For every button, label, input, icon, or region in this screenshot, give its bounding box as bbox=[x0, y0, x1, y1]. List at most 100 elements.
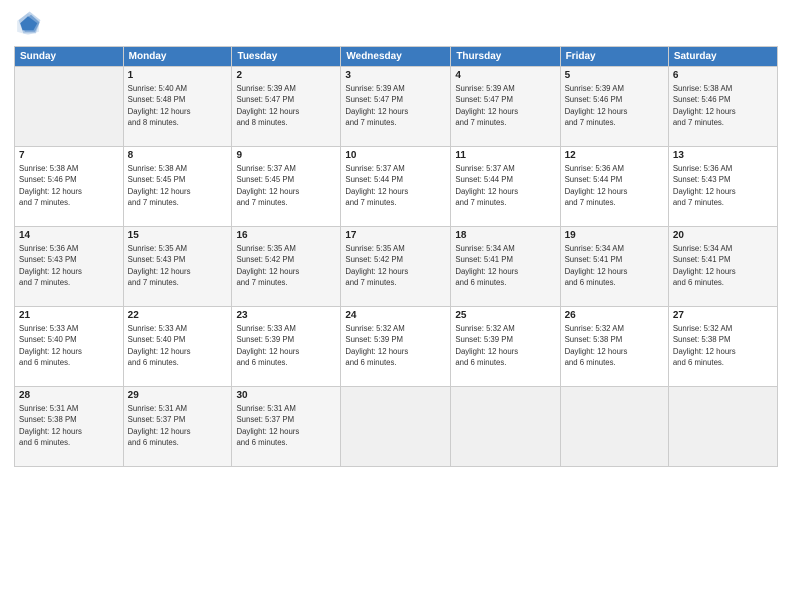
cell-w5d1: 28 Sunrise: 5:31 AM Sunset: 5:38 PM Dayli… bbox=[15, 387, 124, 467]
cell-w2d7: 13 Sunrise: 5:36 AM Sunset: 5:43 PM Dayli… bbox=[668, 147, 777, 227]
page: SundayMondayTuesdayWednesdayThursdayFrid… bbox=[0, 0, 792, 612]
cell-w4d6: 26 Sunrise: 5:32 AM Sunset: 5:38 PM Dayli… bbox=[560, 307, 668, 387]
cell-w1d5: 4Sunrise: 5:39 AM Sunset: 5:47 PM Daylig… bbox=[451, 67, 560, 147]
calendar-table: SundayMondayTuesdayWednesdayThursdayFrid… bbox=[14, 46, 778, 467]
cell-w5d2: 29 Sunrise: 5:31 AM Sunset: 5:37 PM Dayli… bbox=[123, 387, 232, 467]
day-info: Sunrise: 5:37 AM Sunset: 5:45 PM Dayligh… bbox=[236, 163, 336, 208]
cell-w1d1 bbox=[15, 67, 124, 147]
cell-w5d6 bbox=[560, 387, 668, 467]
cell-w1d2: 1 Sunrise: 5:40 AM Sunset: 5:48 PM Daylig… bbox=[123, 67, 232, 147]
col-header-friday: Friday bbox=[560, 47, 668, 67]
day-info: Sunrise: 5:39 AM Sunset: 5:46 PM Dayligh… bbox=[565, 83, 664, 128]
day-info: Sunrise: 5:38 AM Sunset: 5:45 PM Dayligh… bbox=[128, 163, 228, 208]
day-info: Sunrise: 5:32 AM Sunset: 5:38 PM Dayligh… bbox=[673, 323, 773, 368]
day-info: Sunrise: 5:34 AM Sunset: 5:41 PM Dayligh… bbox=[565, 243, 664, 288]
day-number: 29 bbox=[128, 390, 228, 401]
cell-w3d1: 14 Sunrise: 5:36 AM Sunset: 5:43 PM Dayli… bbox=[15, 227, 124, 307]
day-info: Sunrise: 5:39 AM Sunset: 5:47 PM Dayligh… bbox=[345, 83, 446, 128]
col-header-tuesday: Tuesday bbox=[232, 47, 341, 67]
cell-w4d7: 27Sunrise: 5:32 AM Sunset: 5:38 PM Dayli… bbox=[668, 307, 777, 387]
cell-w4d5: 25Sunrise: 5:32 AM Sunset: 5:39 PM Dayli… bbox=[451, 307, 560, 387]
day-number: 28 bbox=[19, 390, 119, 401]
day-info: Sunrise: 5:34 AM Sunset: 5:41 PM Dayligh… bbox=[455, 243, 555, 288]
day-info: Sunrise: 5:40 AM Sunset: 5:48 PM Dayligh… bbox=[128, 83, 228, 128]
cell-w1d7: 6Sunrise: 5:38 AM Sunset: 5:46 PM Daylig… bbox=[668, 67, 777, 147]
cell-w4d1: 21 Sunrise: 5:33 AM Sunset: 5:40 PM Dayli… bbox=[15, 307, 124, 387]
day-info: Sunrise: 5:37 AM Sunset: 5:44 PM Dayligh… bbox=[345, 163, 446, 208]
day-info: Sunrise: 5:36 AM Sunset: 5:43 PM Dayligh… bbox=[19, 243, 119, 288]
cell-w3d7: 20 Sunrise: 5:34 AM Sunset: 5:41 PM Dayli… bbox=[668, 227, 777, 307]
day-number: 22 bbox=[128, 310, 228, 321]
day-info: Sunrise: 5:37 AM Sunset: 5:44 PM Dayligh… bbox=[455, 163, 555, 208]
day-info: Sunrise: 5:33 AM Sunset: 5:40 PM Dayligh… bbox=[19, 323, 119, 368]
day-number: 18 bbox=[455, 230, 555, 241]
day-number: 2 bbox=[236, 70, 336, 81]
day-info: Sunrise: 5:35 AM Sunset: 5:42 PM Dayligh… bbox=[345, 243, 446, 288]
day-number: 3 bbox=[345, 70, 446, 81]
cell-w3d2: 15 Sunrise: 5:35 AM Sunset: 5:43 PM Dayli… bbox=[123, 227, 232, 307]
col-header-monday: Monday bbox=[123, 47, 232, 67]
day-info: Sunrise: 5:35 AM Sunset: 5:43 PM Dayligh… bbox=[128, 243, 228, 288]
day-number: 20 bbox=[673, 230, 773, 241]
day-number: 5 bbox=[565, 70, 664, 81]
day-number: 8 bbox=[128, 150, 228, 161]
day-info: Sunrise: 5:32 AM Sunset: 5:39 PM Dayligh… bbox=[455, 323, 555, 368]
day-info: Sunrise: 5:33 AM Sunset: 5:39 PM Dayligh… bbox=[236, 323, 336, 368]
col-header-thursday: Thursday bbox=[451, 47, 560, 67]
day-number: 10 bbox=[345, 150, 446, 161]
cell-w1d4: 3 Sunrise: 5:39 AM Sunset: 5:47 PM Daylig… bbox=[341, 67, 451, 147]
day-number: 1 bbox=[128, 70, 228, 81]
cell-w2d2: 8 Sunrise: 5:38 AM Sunset: 5:45 PM Daylig… bbox=[123, 147, 232, 227]
day-info: Sunrise: 5:31 AM Sunset: 5:38 PM Dayligh… bbox=[19, 403, 119, 448]
day-number: 24 bbox=[345, 310, 446, 321]
day-number: 11 bbox=[455, 150, 555, 161]
day-number: 15 bbox=[128, 230, 228, 241]
cell-w5d7 bbox=[668, 387, 777, 467]
cell-w2d6: 12Sunrise: 5:36 AM Sunset: 5:44 PM Dayli… bbox=[560, 147, 668, 227]
cell-w3d5: 18 Sunrise: 5:34 AM Sunset: 5:41 PM Dayli… bbox=[451, 227, 560, 307]
cell-w4d2: 22 Sunrise: 5:33 AM Sunset: 5:40 PM Dayli… bbox=[123, 307, 232, 387]
cell-w1d3: 2 Sunrise: 5:39 AM Sunset: 5:47 PM Daylig… bbox=[232, 67, 341, 147]
day-number: 12 bbox=[565, 150, 664, 161]
day-info: Sunrise: 5:39 AM Sunset: 5:47 PM Dayligh… bbox=[455, 83, 555, 128]
header-row: SundayMondayTuesdayWednesdayThursdayFrid… bbox=[15, 47, 778, 67]
cell-w4d4: 24 Sunrise: 5:32 AM Sunset: 5:39 PM Dayli… bbox=[341, 307, 451, 387]
day-info: Sunrise: 5:39 AM Sunset: 5:47 PM Dayligh… bbox=[236, 83, 336, 128]
col-header-saturday: Saturday bbox=[668, 47, 777, 67]
day-info: Sunrise: 5:33 AM Sunset: 5:40 PM Dayligh… bbox=[128, 323, 228, 368]
cell-w2d1: 7 Sunrise: 5:38 AM Sunset: 5:46 PM Daylig… bbox=[15, 147, 124, 227]
day-number: 19 bbox=[565, 230, 664, 241]
col-header-wednesday: Wednesday bbox=[341, 47, 451, 67]
week-row-3: 14 Sunrise: 5:36 AM Sunset: 5:43 PM Dayli… bbox=[15, 227, 778, 307]
cell-w3d3: 16Sunrise: 5:35 AM Sunset: 5:42 PM Dayli… bbox=[232, 227, 341, 307]
day-number: 26 bbox=[565, 310, 664, 321]
day-info: Sunrise: 5:32 AM Sunset: 5:39 PM Dayligh… bbox=[345, 323, 446, 368]
day-info: Sunrise: 5:31 AM Sunset: 5:37 PM Dayligh… bbox=[236, 403, 336, 448]
cell-w2d4: 10 Sunrise: 5:37 AM Sunset: 5:44 PM Dayli… bbox=[341, 147, 451, 227]
day-number: 17 bbox=[345, 230, 446, 241]
day-info: Sunrise: 5:36 AM Sunset: 5:43 PM Dayligh… bbox=[673, 163, 773, 208]
cell-w3d4: 17 Sunrise: 5:35 AM Sunset: 5:42 PM Dayli… bbox=[341, 227, 451, 307]
cell-w5d5 bbox=[451, 387, 560, 467]
week-row-5: 28 Sunrise: 5:31 AM Sunset: 5:38 PM Dayli… bbox=[15, 387, 778, 467]
cell-w3d6: 19 Sunrise: 5:34 AM Sunset: 5:41 PM Dayli… bbox=[560, 227, 668, 307]
logo bbox=[14, 10, 46, 38]
col-header-sunday: Sunday bbox=[15, 47, 124, 67]
week-row-2: 7 Sunrise: 5:38 AM Sunset: 5:46 PM Daylig… bbox=[15, 147, 778, 227]
day-info: Sunrise: 5:31 AM Sunset: 5:37 PM Dayligh… bbox=[128, 403, 228, 448]
day-info: Sunrise: 5:32 AM Sunset: 5:38 PM Dayligh… bbox=[565, 323, 664, 368]
day-number: 14 bbox=[19, 230, 119, 241]
logo-icon bbox=[14, 10, 42, 38]
day-number: 13 bbox=[673, 150, 773, 161]
day-info: Sunrise: 5:38 AM Sunset: 5:46 PM Dayligh… bbox=[19, 163, 119, 208]
header bbox=[14, 10, 778, 38]
day-number: 7 bbox=[19, 150, 119, 161]
day-number: 9 bbox=[236, 150, 336, 161]
day-number: 21 bbox=[19, 310, 119, 321]
day-info: Sunrise: 5:34 AM Sunset: 5:41 PM Dayligh… bbox=[673, 243, 773, 288]
cell-w2d5: 11 Sunrise: 5:37 AM Sunset: 5:44 PM Dayli… bbox=[451, 147, 560, 227]
week-row-4: 21 Sunrise: 5:33 AM Sunset: 5:40 PM Dayli… bbox=[15, 307, 778, 387]
day-number: 6 bbox=[673, 70, 773, 81]
cell-w1d6: 5 Sunrise: 5:39 AM Sunset: 5:46 PM Daylig… bbox=[560, 67, 668, 147]
cell-w4d3: 23Sunrise: 5:33 AM Sunset: 5:39 PM Dayli… bbox=[232, 307, 341, 387]
